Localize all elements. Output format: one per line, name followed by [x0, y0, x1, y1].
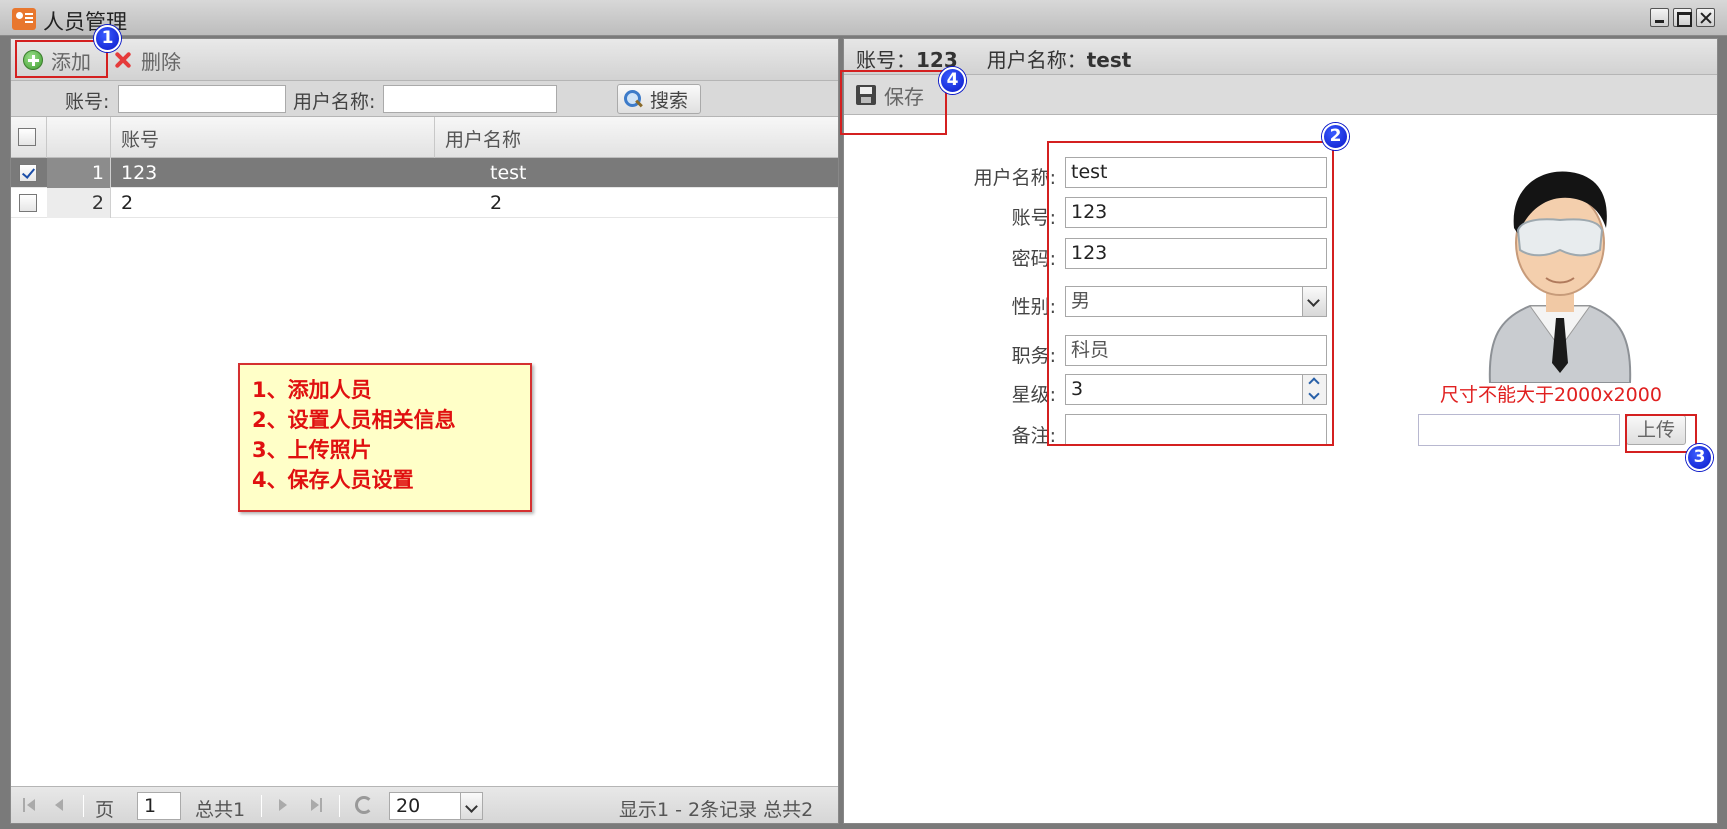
next-page-icon[interactable]: [275, 796, 293, 814]
note-line: 2、设置人员相关信息: [252, 408, 456, 432]
step-marker: 1: [94, 25, 121, 52]
username-search-label: 用户名称:: [293, 91, 376, 113]
step-marker: 3: [1686, 444, 1713, 471]
note-line: 4、保存人员设置: [252, 468, 414, 492]
row-index: 2: [47, 188, 111, 218]
row-username: 2: [490, 192, 503, 214]
account-column-header[interactable]: 账号: [111, 117, 435, 158]
highlight-box-form: [1047, 141, 1334, 446]
page-size-value: 20: [396, 795, 421, 817]
pagination-bar: 页 1 总共1 20 显示1 - 2条记录 总共2: [11, 786, 838, 823]
first-page-icon[interactable]: [21, 796, 39, 814]
window-titlebar: 人员管理: [0, 0, 1727, 36]
step-marker: 2: [1322, 123, 1349, 150]
pager-divider: [261, 795, 262, 817]
maximize-button[interactable]: [1673, 8, 1692, 27]
list-toolbar: 添加 删除: [11, 39, 838, 81]
header-account-label: 账号：: [856, 48, 916, 72]
last-page-icon[interactable]: [307, 796, 325, 814]
page-label: 页: [95, 799, 115, 821]
remark-field-label: 备注:: [1011, 425, 1056, 447]
detail-header: 账号：123 用户名称：test: [844, 39, 1717, 75]
account-search-label: 账号:: [65, 91, 110, 113]
table-row[interactable]: 2 2 2: [11, 188, 838, 218]
header-username-label: 用户名称：: [986, 48, 1087, 72]
delete-icon: [113, 50, 133, 70]
highlight-box-upload: [1625, 414, 1697, 453]
table-row[interactable]: 1 123 test: [11, 158, 838, 188]
select-all-cell: [11, 117, 47, 158]
close-button[interactable]: [1696, 8, 1715, 27]
account-search-input[interactable]: [118, 85, 286, 113]
username-search-input[interactable]: [383, 85, 557, 113]
refresh-icon[interactable]: [355, 796, 373, 814]
user-management-icon: [12, 8, 36, 30]
previous-page-icon[interactable]: [49, 796, 67, 814]
account-field-label: 账号:: [1011, 207, 1056, 229]
upload-file-input[interactable]: [1418, 414, 1620, 446]
row-account: 123: [121, 162, 158, 184]
highlight-box-add: [15, 40, 108, 78]
note-line: 1、添加人员: [252, 378, 372, 402]
delete-button-label: 删除: [141, 49, 181, 74]
pager-divider: [83, 795, 84, 817]
row-index: 1: [47, 158, 111, 188]
total-pages: 总共1: [195, 799, 246, 821]
user-list-panel: 添加 删除 账号: 用户名称: 搜索 账号 用户名称 1 123 test 2 …: [10, 38, 839, 824]
record-summary: 显示1 - 2条记录 总共2: [619, 799, 814, 821]
delete-button[interactable]: 删除: [113, 45, 181, 75]
highlight-box-save: [840, 70, 947, 135]
page-number-input[interactable]: 1: [137, 792, 181, 820]
username-column-header[interactable]: 用户名称: [435, 117, 838, 158]
row-checkbox[interactable]: [19, 194, 37, 212]
select-all-checkbox[interactable]: [18, 128, 36, 146]
search-bar: 账号: 用户名称: 搜索: [11, 81, 838, 117]
user-avatar-image: [1488, 171, 1632, 383]
username-field-label: 用户名称:: [973, 167, 1056, 189]
password-field-label: 密码:: [1011, 248, 1056, 270]
pager-divider: [339, 795, 340, 817]
minimize-button[interactable]: [1650, 8, 1669, 27]
index-header: [47, 117, 111, 158]
row-account: 2: [121, 192, 134, 214]
chevron-down-icon[interactable]: [460, 793, 482, 819]
step-marker: 4: [939, 67, 966, 94]
header-username-value: test: [1086, 48, 1132, 72]
detail-toolbar: 保存: [844, 75, 1717, 115]
page-size-select[interactable]: 20: [389, 792, 483, 820]
row-checkbox[interactable]: [19, 164, 37, 182]
search-icon: [624, 90, 642, 108]
instruction-note: 1、添加人员 2、设置人员相关信息 3、上传照片 4、保存人员设置: [238, 363, 532, 512]
row-username: test: [490, 162, 527, 184]
search-button-label: 搜索: [650, 89, 689, 112]
note-line: 3、上传照片: [252, 438, 372, 462]
search-button[interactable]: 搜索: [617, 84, 701, 114]
rank-field-label: 星级:: [1011, 384, 1056, 406]
position-field-label: 职务:: [1011, 345, 1056, 367]
grid-header: 账号 用户名称: [11, 117, 838, 158]
gender-field-label: 性别:: [1011, 296, 1056, 318]
photo-size-note: 尺寸不能大于2000x2000: [1440, 384, 1662, 406]
